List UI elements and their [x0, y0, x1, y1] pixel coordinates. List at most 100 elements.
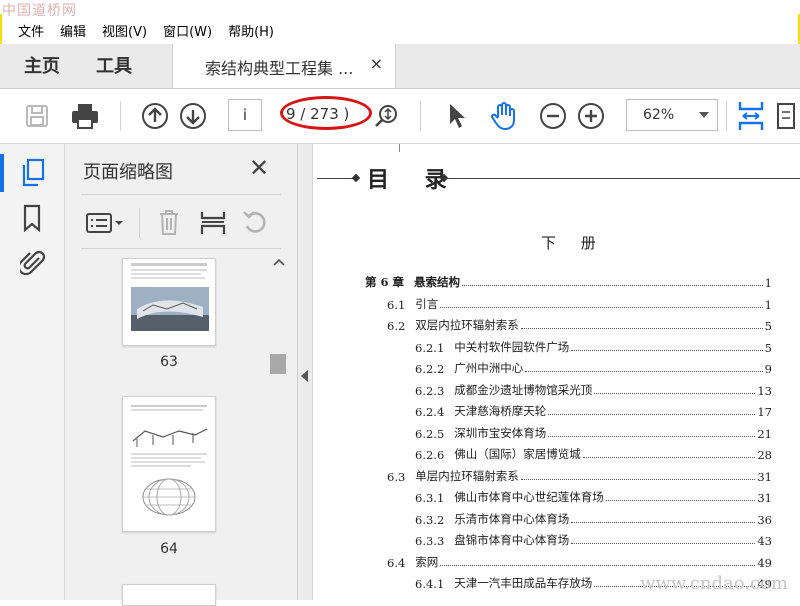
- toc-entry-number: 6.4: [387, 555, 406, 570]
- document-icon: [777, 103, 795, 129]
- watermark-bottom: www.cndao.com: [640, 573, 788, 594]
- tab-bar: 主页 工具 索结构典型工程集 ... ×: [0, 44, 800, 89]
- page-marker: [399, 144, 400, 152]
- trash-icon[interactable]: [157, 208, 181, 236]
- tab-home[interactable]: 主页: [24, 52, 60, 78]
- tab-document[interactable]: 索结构典型工程集 ... ×: [172, 44, 396, 88]
- save-button[interactable]: [22, 99, 52, 133]
- toc-leader: [605, 500, 756, 501]
- toc-entry[interactable]: 6.3 单层内拉环辐射索系 31: [387, 466, 772, 484]
- paperclip-icon: [17, 250, 46, 276]
- toc-entry[interactable]: 6.3.2 乐清市体育中心体育场 36: [415, 509, 772, 527]
- next-page-button[interactable]: [178, 99, 208, 133]
- zoom-in-button[interactable]: [576, 99, 606, 133]
- toc-entry[interactable]: 6.2.3 成都金沙遗址博物馆采光顶 13: [415, 380, 772, 398]
- toc-entry[interactable]: 6.1 引言 1: [387, 294, 772, 312]
- toc-entry[interactable]: 6.2.5 深圳市宝安体育场 21: [415, 423, 772, 441]
- toc-entry-title: 索网: [415, 554, 439, 569]
- toc-entry-number: 6.4.1: [415, 577, 445, 591]
- toc-entry-title: 佛山（国际）家居博览城: [454, 447, 581, 461]
- toc-entry-title: 深圳市宝安体育场: [454, 425, 547, 440]
- collapse-panel-handle[interactable]: [298, 144, 313, 600]
- print-icon: [72, 104, 98, 129]
- thumbnail-image: [131, 405, 208, 516]
- thumbnail-label-63: 63: [160, 354, 178, 370]
- toc-entry[interactable]: 6.2.1 中关村软件园软件广场 5: [415, 337, 772, 355]
- arrow-up-icon: [142, 103, 168, 129]
- zoom-out-button[interactable]: [538, 99, 568, 133]
- toc-entry[interactable]: 6.3.1 佛山市体育中心世纪莲体育场 31: [415, 487, 772, 505]
- select-tool-button[interactable]: [444, 99, 470, 133]
- close-tab-button[interactable]: ×: [370, 54, 383, 73]
- thumbnail-page-63[interactable]: [122, 258, 216, 346]
- toc-entry[interactable]: 6.2.2 广州中洲中心 9: [415, 358, 772, 376]
- toc-entry[interactable]: 6.4 索网 49: [387, 552, 772, 570]
- toolbar-separator: [120, 101, 121, 131]
- toc-entry-page: 5: [764, 319, 772, 333]
- toc-entry-page: 49: [757, 555, 772, 570]
- toc-entry-number: 6.2.6: [415, 448, 445, 462]
- toc-entry-number: 6.3: [387, 469, 406, 484]
- toc-leader: [525, 371, 763, 372]
- toc-entry[interactable]: 第 6 章悬索结构 1: [365, 272, 772, 290]
- panel-toolbar: [81, 202, 281, 242]
- toc-leader: [571, 521, 756, 523]
- toc-leader: [520, 328, 763, 329]
- toc-entry-page: 31: [757, 491, 772, 505]
- print-button[interactable]: [68, 99, 102, 133]
- close-panel-button[interactable]: ✕: [249, 154, 269, 182]
- toc-entry-number: 第 6 章: [365, 275, 405, 289]
- toc-entry-title: 成都金沙遗址博物馆采光顶: [454, 382, 593, 397]
- toc-leader: [548, 414, 756, 415]
- tab-tools[interactable]: 工具: [96, 52, 132, 78]
- zoom-select[interactable]: 62%: [626, 99, 718, 131]
- more-tools-button[interactable]: [776, 99, 796, 133]
- insert-page-icon[interactable]: [199, 208, 227, 236]
- menu-help[interactable]: 帮助(H): [220, 21, 282, 40]
- search-zoom-icon: [375, 105, 397, 127]
- toc-leader: [548, 435, 756, 437]
- menu-window[interactable]: 窗口(W): [155, 21, 220, 40]
- toc-leader: [520, 478, 756, 480]
- panel-scrollbar[interactable]: [268, 254, 290, 600]
- document-tab-title: 索结构典型工程集 ...: [205, 59, 354, 78]
- options-icon[interactable]: [85, 210, 125, 236]
- toc-entry-title: 中关村软件园软件广场: [454, 339, 570, 354]
- menu-bar: 文件 编辑 视图(V) 窗口(W) 帮助(H): [0, 18, 800, 42]
- pages-panel-button[interactable]: [20, 158, 46, 192]
- hand-tool-button[interactable]: [488, 99, 520, 133]
- thumbnail-page-64[interactable]: [122, 396, 216, 532]
- thumbnail-page-65[interactable]: [122, 584, 216, 606]
- toc-leader: [462, 285, 763, 286]
- toc-entry-number: 6.2.2: [415, 362, 445, 376]
- toc-entry-number: 6.2.5: [415, 426, 445, 441]
- toc-entry[interactable]: 6.2 双层内拉环辐射索系 5: [387, 315, 772, 333]
- toc-entry-page: 36: [757, 512, 772, 527]
- divider: [81, 248, 281, 249]
- hand-icon: [491, 102, 515, 131]
- scrollbar-thumb[interactable]: [270, 354, 286, 374]
- toc-leader: [440, 564, 756, 566]
- toc-entry-page: 9: [764, 362, 772, 376]
- scroll-up-icon[interactable]: [273, 258, 285, 266]
- toc-entry[interactable]: 6.2.4 天津慈海桥摩天轮 17: [415, 401, 772, 419]
- toc-entry[interactable]: 6.3.3 盘锦市体育中心体育场 43: [415, 530, 772, 548]
- toc-entry-title: 广州中洲中心: [454, 361, 524, 375]
- zoom-in-icon: [578, 103, 604, 129]
- fit-page-button[interactable]: [736, 99, 766, 133]
- rotate-icon[interactable]: [241, 208, 269, 236]
- find-zoom-button[interactable]: [372, 99, 402, 133]
- active-indicator: [0, 154, 4, 192]
- menu-file[interactable]: 文件: [0, 21, 52, 40]
- pages-icon: [22, 158, 45, 187]
- toc-entry[interactable]: 6.2.6 佛山（国际）家居博览城 28: [415, 444, 772, 462]
- page-number-input[interactable]: i: [228, 99, 262, 131]
- document-view[interactable]: 目 录 下 册 第 6 章悬索结构 1 6.1 引言 1 6.2 双层内拉环辐射索系 5 6.2…: [313, 144, 800, 600]
- previous-page-button[interactable]: [140, 99, 170, 133]
- menu-view[interactable]: 视图(V): [94, 21, 155, 40]
- attachments-panel-button[interactable]: [17, 248, 46, 282]
- toc-leader: [594, 392, 756, 394]
- bookmarks-panel-button[interactable]: [20, 204, 44, 236]
- toc-entry-page: 21: [757, 426, 772, 441]
- menu-edit[interactable]: 编辑: [52, 21, 94, 40]
